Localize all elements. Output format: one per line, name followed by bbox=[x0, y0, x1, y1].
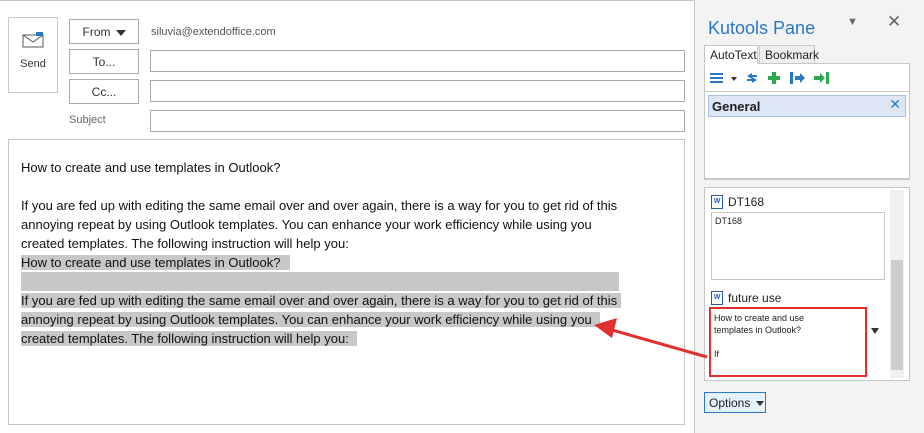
options-label: Options bbox=[709, 395, 751, 410]
from-button[interactable]: From bbox=[69, 19, 139, 44]
to-label: To... bbox=[92, 54, 116, 69]
send-envelope-icon bbox=[22, 32, 44, 48]
tab-bookmark[interactable]: Bookmark bbox=[759, 45, 819, 64]
subject-label: Subject bbox=[69, 114, 106, 126]
options-button[interactable]: Options bbox=[704, 392, 766, 413]
close-icon[interactable]: ✕ bbox=[887, 12, 901, 32]
callout-frame bbox=[709, 307, 867, 377]
chevron-down-icon bbox=[115, 29, 126, 36]
add-icon[interactable] bbox=[766, 69, 782, 87]
pasted-line: created templates. The following instruc… bbox=[21, 331, 357, 346]
insert-icon[interactable] bbox=[789, 69, 807, 87]
body-line: If you are fed up with editing the same … bbox=[21, 198, 618, 213]
cc-field[interactable] bbox=[150, 80, 685, 102]
chevron-down-icon bbox=[756, 401, 765, 406]
pasted-gap bbox=[21, 272, 619, 291]
body-line: created templates. The following instruc… bbox=[21, 236, 349, 251]
pasted-title: How to create and use templates in Outlo… bbox=[21, 255, 291, 270]
list-icon[interactable] bbox=[709, 69, 725, 87]
preview-text: DT168 bbox=[715, 216, 743, 226]
chevron-down-icon[interactable] bbox=[871, 328, 879, 334]
send-button[interactable]: Send bbox=[8, 17, 58, 93]
group-name: General bbox=[712, 99, 761, 114]
pasted-line: If you are fed up with editing the same … bbox=[21, 293, 622, 308]
to-button[interactable]: To... bbox=[69, 49, 139, 74]
dropdown-icon[interactable] bbox=[730, 69, 738, 87]
body-line: annoying repeat by using Outlook templat… bbox=[21, 217, 592, 232]
cc-button[interactable]: Cc... bbox=[69, 79, 139, 104]
from-label: From bbox=[82, 24, 111, 39]
item-preview[interactable]: DT168 bbox=[711, 212, 885, 280]
scrollbar-thumb[interactable] bbox=[891, 260, 903, 370]
autotext-item-future-use[interactable]: W future use bbox=[711, 291, 781, 305]
subject-field[interactable] bbox=[150, 110, 685, 132]
pane-menu-icon[interactable]: ▼ bbox=[847, 16, 858, 28]
cc-label: Cc... bbox=[91, 84, 117, 99]
message-body[interactable]: How to create and use templates in Outlo… bbox=[8, 139, 685, 425]
autotext-item-dt168[interactable]: W DT168 bbox=[711, 195, 764, 209]
word-doc-icon: W bbox=[711, 195, 723, 209]
body-gap bbox=[21, 177, 672, 196]
group-general[interactable]: General ✕ bbox=[708, 95, 906, 117]
insert-end-icon[interactable] bbox=[813, 69, 831, 87]
item-name: DT168 bbox=[728, 195, 765, 209]
body-title: How to create and use templates in Outlo… bbox=[21, 160, 281, 175]
tab-autotext[interactable]: AutoText bbox=[704, 45, 758, 64]
pane-title: Kutools Pane bbox=[708, 18, 816, 38]
compose-window: Send From siluvia@extendoffice.com To...… bbox=[0, 0, 694, 433]
pasted-line: annoying repeat by using Outlook templat… bbox=[21, 312, 600, 327]
group-close-icon[interactable]: ✕ bbox=[889, 96, 901, 113]
sync-icon[interactable] bbox=[744, 69, 760, 87]
word-doc-icon: W bbox=[711, 291, 723, 305]
send-label: Send bbox=[20, 58, 46, 70]
item-name: future use bbox=[728, 291, 782, 305]
to-field[interactable] bbox=[150, 50, 685, 72]
from-email: siluvia@extendoffice.com bbox=[151, 26, 276, 38]
